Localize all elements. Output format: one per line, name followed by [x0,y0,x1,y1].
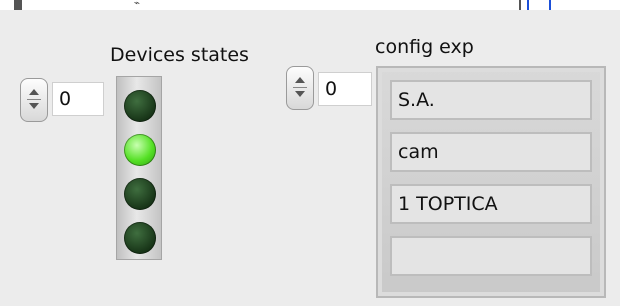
stepper-divider [27,99,41,100]
config-exp-label: config exp [375,36,474,58]
devices-states-index-stepper[interactable] [20,78,48,122]
config-exp-item[interactable]: 1 TOPTICA [390,184,592,224]
device-state-led[interactable] [124,134,156,166]
device-state-led[interactable] [124,222,156,254]
divider [519,0,521,10]
config-exp-item[interactable]: cam [390,132,592,172]
config-exp-string-array: S.A. cam 1 TOPTICA [376,66,606,298]
increment-arrow-icon[interactable] [295,77,305,83]
top-strip: ⌁ [0,0,620,16]
config-exp-index-stepper[interactable] [286,66,314,110]
device-state-led[interactable] [124,178,156,210]
config-exp-item[interactable]: S.A. [390,80,592,120]
increment-arrow-icon[interactable] [29,89,39,95]
decrement-arrow-icon[interactable] [295,91,305,97]
devices-states-label: Devices states [110,44,249,66]
device-state-led[interactable] [124,90,156,122]
small-glyph-icon: ⌁ [134,0,141,9]
config-exp-index-field[interactable]: 0 [318,72,372,106]
stepper-divider [293,87,307,88]
devices-states-index-field[interactable]: 0 [52,82,104,116]
decrement-arrow-icon[interactable] [29,103,39,109]
front-panel: Devices states 0 config exp 0 S.A. cam 1… [8,10,608,298]
devices-states-led-array [116,76,162,260]
scrollbar-fragment [14,0,22,10]
config-exp-item[interactable] [390,236,592,276]
